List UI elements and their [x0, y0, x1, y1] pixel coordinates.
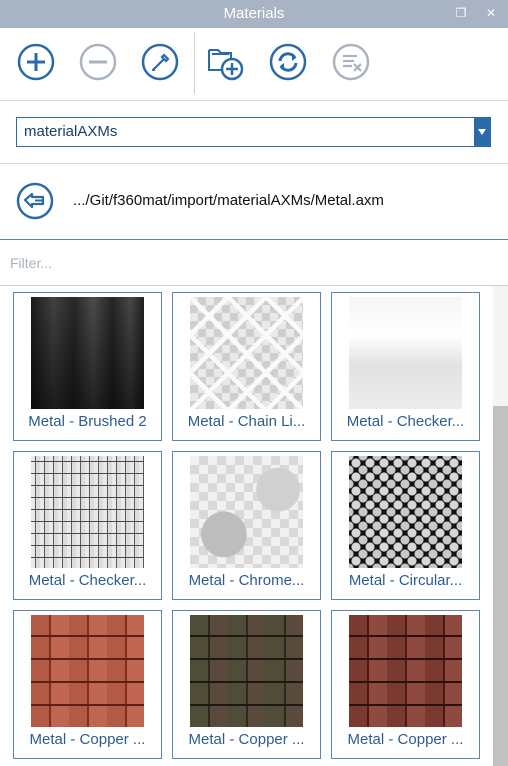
add-library-folder-icon	[208, 49, 244, 81]
material-tile[interactable]: Metal - Checker...	[13, 451, 162, 600]
filter-input[interactable]	[8, 250, 482, 276]
material-label: Metal - Chain Li...	[187, 413, 306, 430]
add-library-button[interactable]	[205, 42, 245, 82]
minus-circle-icon	[79, 43, 117, 81]
material-label: Metal - Brushed 2	[28, 413, 147, 430]
remove-library-button[interactable]	[331, 42, 371, 82]
vertical-scrollbar[interactable]	[493, 286, 508, 766]
scrollbar-thumb[interactable]	[493, 406, 508, 766]
material-tile[interactable]: Metal - Brushed 2	[13, 292, 162, 441]
material-label: Metal - Circular...	[348, 572, 463, 589]
restore-icon[interactable]: ❐	[452, 4, 470, 22]
add-material-button[interactable]	[16, 42, 56, 82]
material-label: Metal - Copper ...	[347, 731, 464, 748]
material-thumbnail	[190, 297, 303, 409]
remove-material-button[interactable]	[78, 42, 118, 82]
material-thumbnail	[190, 456, 303, 568]
back-button[interactable]	[16, 182, 54, 224]
material-tile[interactable]: Metal - Copper ...	[331, 610, 480, 759]
materials-grid: Metal - Brushed 2 Metal - Chain Li... Me…	[0, 286, 508, 766]
material-thumbnail	[31, 615, 144, 727]
material-thumbnail	[190, 615, 303, 727]
material-label: Metal - Checker...	[28, 572, 147, 589]
material-label: Metal - Copper ...	[29, 731, 146, 748]
back-arrow-icon	[16, 182, 54, 220]
close-icon[interactable]: ✕	[482, 4, 500, 22]
material-thumbnail	[349, 456, 462, 568]
chevron-down-icon[interactable]	[474, 118, 490, 146]
material-tile[interactable]: Metal - Circular...	[331, 451, 480, 600]
eyedropper-button[interactable]	[140, 42, 180, 82]
material-tile[interactable]: Metal - Chain Li...	[172, 292, 321, 441]
toolbar	[0, 28, 508, 101]
library-path: .../Git/f360mat/import/materialAXMs/Meta…	[73, 192, 384, 209]
material-thumbnail	[31, 456, 144, 568]
filter-row	[0, 240, 508, 286]
material-thumbnail	[349, 615, 462, 727]
window-title: Materials	[223, 5, 285, 22]
path-row: .../Git/f360mat/import/materialAXMs/Meta…	[0, 164, 508, 240]
material-tile[interactable]: Metal - Checker...	[331, 292, 480, 441]
refresh-button[interactable]	[268, 42, 308, 82]
material-thumbnail	[31, 297, 144, 409]
material-label: Metal - Copper ...	[188, 731, 305, 748]
library-dropdown-value: materialAXMs	[24, 123, 118, 140]
library-selector-row: materialAXMs	[0, 101, 508, 164]
refresh-icon	[269, 43, 307, 81]
library-dropdown[interactable]: materialAXMs	[16, 117, 491, 147]
material-tile[interactable]: Metal - Chrome...	[172, 451, 321, 600]
material-tile[interactable]: Metal - Copper ...	[172, 610, 321, 759]
eyedropper-icon	[141, 43, 179, 81]
toolbar-separator	[194, 32, 195, 94]
material-thumbnail	[349, 297, 462, 409]
plus-circle-icon	[17, 43, 55, 81]
material-tile[interactable]: Metal - Copper ...	[13, 610, 162, 759]
title-bar: Materials ❐ ✕	[0, 0, 508, 28]
material-label: Metal - Chrome...	[188, 572, 305, 589]
remove-library-icon	[332, 43, 370, 81]
material-label: Metal - Checker...	[346, 413, 465, 430]
